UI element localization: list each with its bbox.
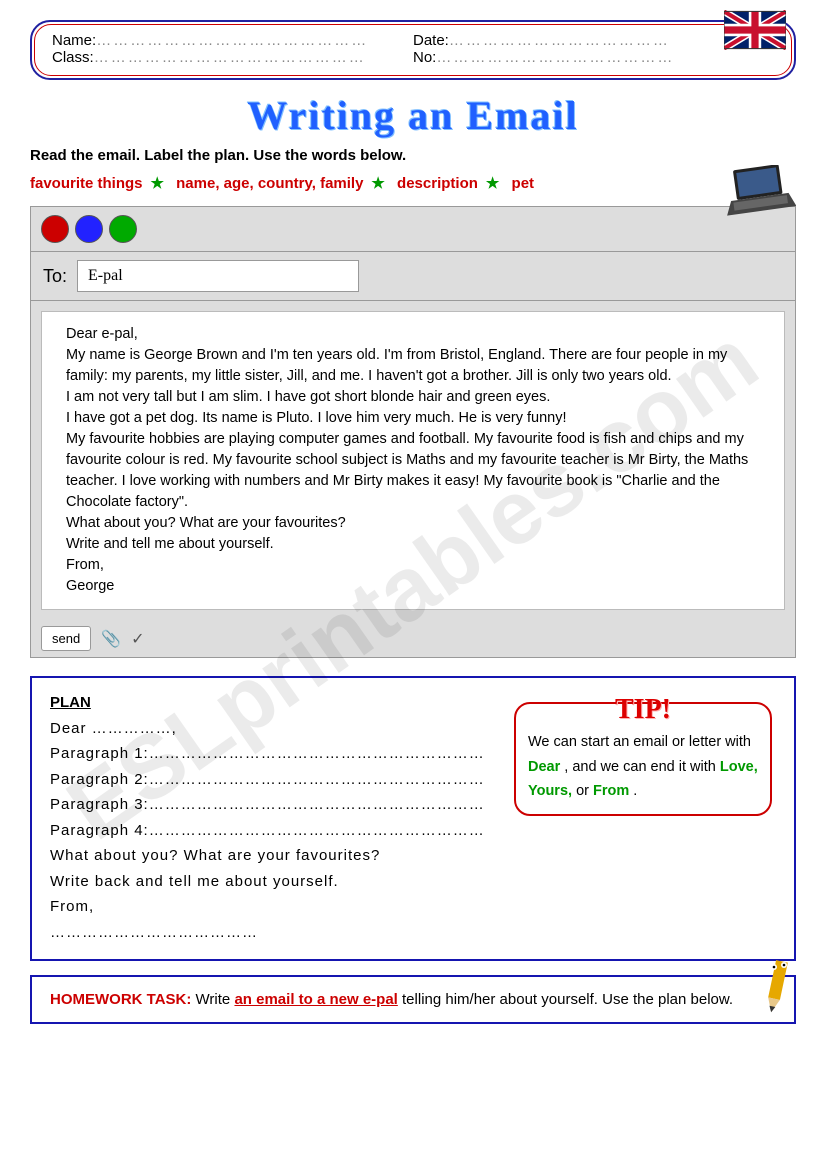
tip-text: We can start an email or letter with [528,734,751,750]
close-dot-icon [41,215,69,243]
email-line: I am not very tall but I am slim. I have… [66,387,760,408]
homework-text: Write [196,991,235,1008]
tip-text: , and we can end it with [564,759,720,775]
no-input-line[interactable]: …………………………………… [436,49,674,66]
instruction-text: Read the email. Label the plan. Use the … [30,147,796,164]
email-line: I have got a pet dog. Its name is Pluto.… [66,408,760,429]
no-label: No: [413,49,436,66]
date-input-line[interactable]: ………………………………… [449,32,670,49]
to-label: To: [43,266,67,287]
email-line: My name is George Brown and I'm ten year… [66,345,760,387]
maximize-dot-icon [109,215,137,243]
email-line: My favourite hobbies are playing compute… [66,429,760,513]
paperclip-icon[interactable]: 📎 [101,629,121,649]
email-line: Dear e-pal, [66,324,760,345]
tip-keyword: Dear [528,759,560,775]
homework-task: an email to a new e-pal [234,991,397,1008]
tip-text: . [633,783,637,799]
name-input-line[interactable]: ………………………………………… [96,32,368,49]
email-body: Dear e-pal, My name is George Brown and … [41,311,785,610]
to-field[interactable]: E-pal [77,260,359,292]
tip-box: TIP! We can start an email or letter wit… [514,702,772,816]
minimize-dot-icon [75,215,103,243]
plan-line[interactable]: Paragraph 4:……………………………………………………… [50,818,776,844]
plan-line: What about you? What are your favourites… [50,843,776,869]
worksheet-title: Writing an Email [30,92,796,139]
plan-line[interactable]: ………………………………… [50,920,776,946]
name-label: Name: [52,32,96,49]
checkmark-icon[interactable]: ✓ [131,629,144,649]
plan-line: From, [50,894,776,920]
plan-line: Write back and tell me about yourself. [50,869,776,895]
class-label: Class: [52,49,94,66]
window-titlebar [31,207,795,251]
to-row: To: E-pal [31,251,795,301]
email-line: Write and tell me about yourself. [66,534,760,555]
tip-keyword: From [593,783,629,799]
tip-badge: TIP! [615,686,671,734]
word-bank: favourite things★ name, age, country, fa… [30,174,796,192]
tip-text: or [576,783,593,799]
homework-box: HOMEWORK TASK: Write an email to a new e… [30,975,796,1024]
laptop-icon [722,165,796,217]
pencil-icon [754,955,804,1019]
homework-text: telling him/her about yourself. Use the … [402,991,733,1008]
plan-box: PLAN Dear ……………, Paragraph 1:……………………………… [30,676,796,961]
date-label: Date: [413,32,449,49]
email-line: George [66,576,760,597]
homework-label: HOMEWORK TASK: [50,991,191,1008]
class-input-line[interactable]: ………………………………………… [94,49,366,66]
email-line: What about you? What are your favourites… [66,513,760,534]
send-row: send 📎 ✓ [31,620,795,657]
uk-flag-icon [724,10,786,50]
student-info-box: Name:………………………………………… Date:…………………………………… [30,20,796,80]
send-button[interactable]: send [41,626,91,651]
email-window: To: E-pal Dear e-pal, My name is George … [30,206,796,658]
email-line: From, [66,555,760,576]
